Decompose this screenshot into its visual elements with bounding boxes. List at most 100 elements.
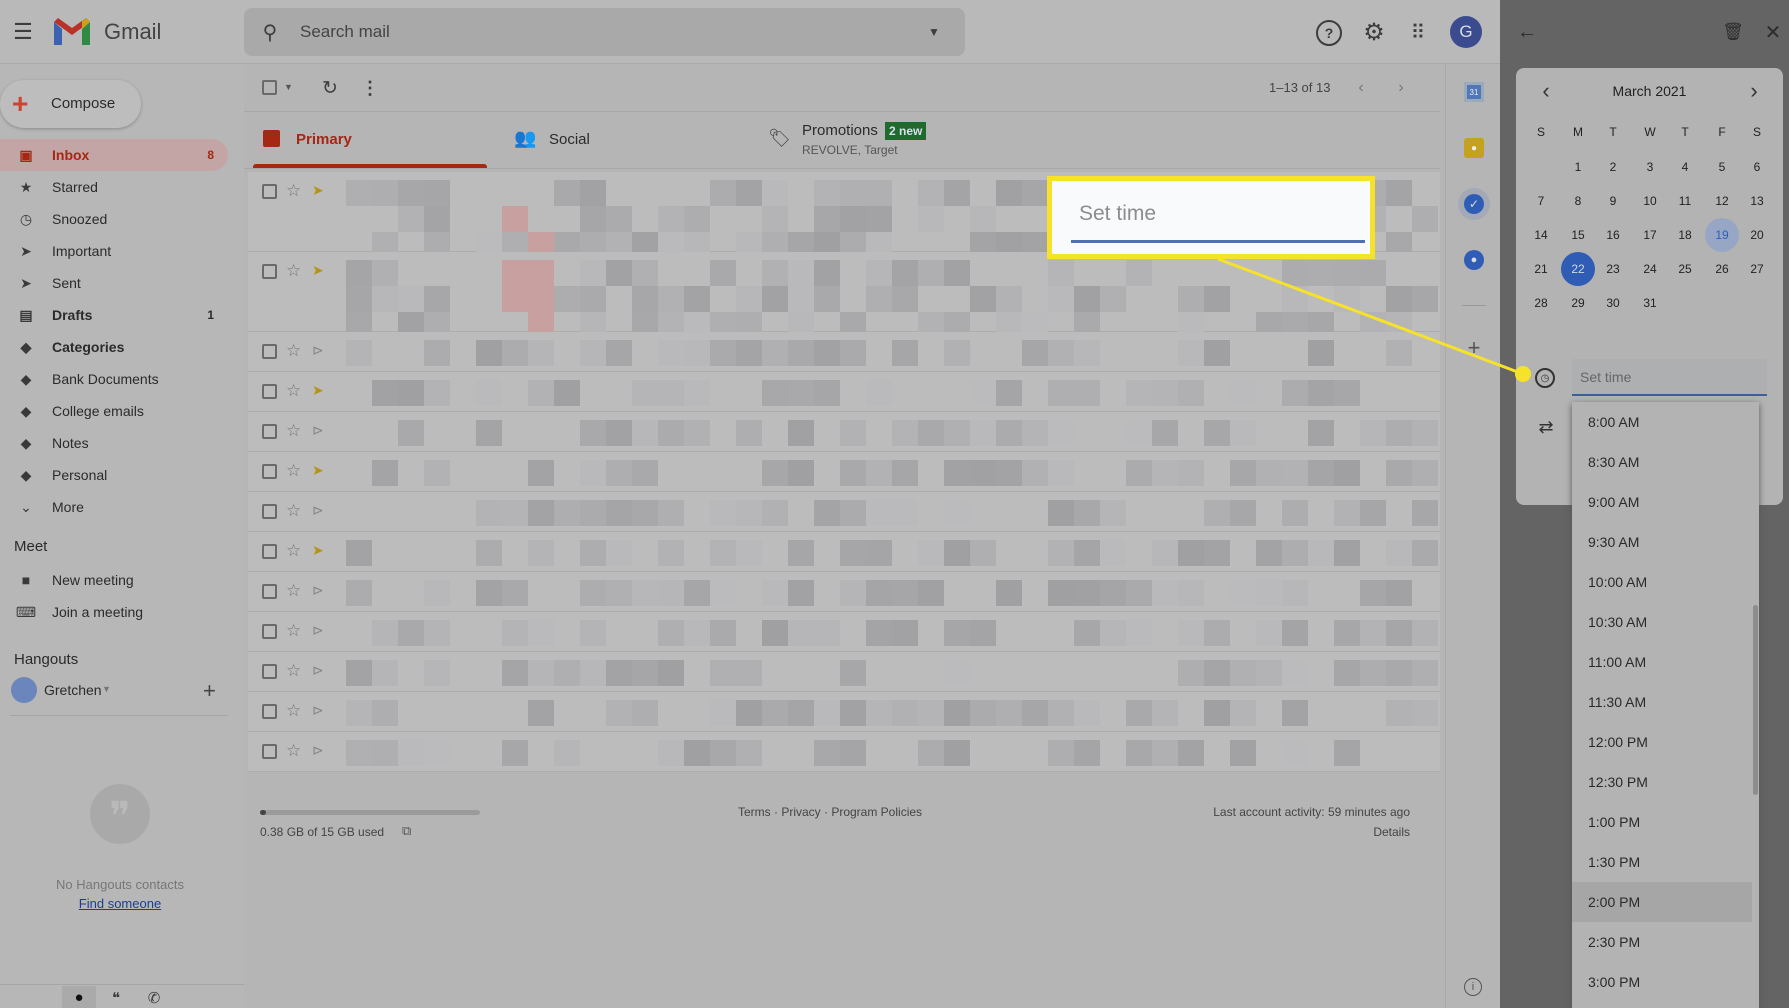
day-28[interactable]: 28 [1524, 286, 1558, 320]
time-option[interactable]: 9:30 AM [1572, 522, 1752, 562]
time-option[interactable]: 11:00 AM [1572, 642, 1752, 682]
sidebar-item-personal[interactable]: ◆ Personal [0, 459, 228, 491]
sidebar-item-categories[interactable]: ◆ Categories [0, 331, 228, 363]
email-row[interactable]: ☆ ⊳ [248, 612, 1440, 652]
apps-icon[interactable]: ⠿ [1404, 19, 1430, 45]
star-icon[interactable]: ☆ [286, 421, 301, 441]
row-checkbox[interactable] [262, 384, 277, 399]
row-checkbox[interactable] [262, 744, 277, 759]
email-row[interactable]: ☆ ⊳ [248, 732, 1440, 772]
time-option[interactable]: 10:00 AM [1572, 562, 1752, 602]
next-page-icon[interactable]: › [1392, 76, 1410, 100]
day-24[interactable]: 24 [1633, 252, 1667, 286]
day-22[interactable]: 22 [1561, 252, 1595, 286]
select-dropdown-icon[interactable]: ▼ [284, 82, 293, 92]
keep-icon[interactable]: ● [1464, 138, 1484, 158]
day-6[interactable]: 6 [1740, 150, 1774, 184]
day-30[interactable]: 30 [1596, 286, 1630, 320]
day-23[interactable]: 23 [1596, 252, 1630, 286]
email-row[interactable]: ☆ ⊳ [248, 412, 1440, 452]
row-checkbox[interactable] [262, 704, 277, 719]
sidebar-item-college-emails[interactable]: ◆ College emails [0, 395, 228, 427]
row-checkbox[interactable] [262, 464, 277, 479]
day-3[interactable]: 3 [1633, 150, 1667, 184]
day-26[interactable]: 26 [1705, 252, 1739, 286]
day-27[interactable]: 27 [1740, 252, 1774, 286]
star-icon[interactable]: ☆ [286, 741, 301, 761]
select-all-checkbox[interactable] [262, 80, 277, 95]
day-19[interactable]: 19 [1705, 218, 1739, 252]
star-icon[interactable]: ☆ [286, 381, 301, 401]
day-31[interactable]: 31 [1633, 286, 1667, 320]
search-bar[interactable]: ⚲ Search mail ▼ [244, 8, 965, 56]
day-7[interactable]: 7 [1524, 184, 1558, 218]
search-icon[interactable]: ⚲ [258, 20, 282, 44]
important-marker-icon[interactable]: ⊳ [312, 702, 324, 719]
day-25[interactable]: 25 [1668, 252, 1702, 286]
row-checkbox[interactable] [262, 504, 277, 519]
important-marker-icon[interactable]: ➤ [312, 382, 324, 399]
sidebar-item-starred[interactable]: ★ Starred [0, 171, 228, 203]
contacts-tab-icon[interactable]: ● [62, 986, 96, 1008]
email-row[interactable]: ☆ ⊳ [248, 652, 1440, 692]
star-icon[interactable]: ☆ [286, 621, 301, 641]
time-option[interactable]: 10:30 AM [1572, 602, 1752, 642]
important-marker-icon[interactable]: ➤ [312, 542, 324, 559]
tab-social[interactable]: 👥 Social [510, 112, 744, 168]
email-row[interactable]: ☆ ➤ [248, 452, 1440, 492]
compose-button[interactable]: + Compose [0, 80, 141, 128]
day-17[interactable]: 17 [1633, 218, 1667, 252]
add-addon-icon[interactable]: + [1462, 335, 1486, 360]
email-row[interactable]: ☆ ⊳ [248, 332, 1440, 372]
day-1[interactable]: 1 [1561, 150, 1595, 184]
day-14[interactable]: 14 [1524, 218, 1558, 252]
time-option[interactable]: 1:00 PM [1572, 802, 1752, 842]
footer-links[interactable]: Terms · Privacy · Program Policies [738, 805, 922, 819]
next-month-icon[interactable]: › [1742, 78, 1766, 104]
trash-icon[interactable]: 🗑 [1722, 20, 1744, 44]
tab-promotions[interactable]: 🏷 Promotions 2 new REVOLVE, Target [766, 112, 1046, 168]
time-option[interactable]: 12:00 PM [1572, 722, 1752, 762]
sidebar-item-notes[interactable]: ◆ Notes [0, 427, 228, 459]
sidebar-item-sent[interactable]: ➤ Sent [0, 267, 228, 299]
row-checkbox[interactable] [262, 664, 277, 679]
hangouts-user[interactable]: Gretchen [44, 682, 102, 698]
user-dropdown-icon[interactable]: ▼ [102, 684, 111, 694]
sidebar-item-drafts[interactable]: ▤ Drafts 1 [0, 299, 228, 331]
email-row[interactable]: ☆ ➤ [248, 532, 1440, 572]
email-row[interactable]: ☆ ⊳ [248, 492, 1440, 532]
gear-icon[interactable]: ⚙ [1361, 19, 1387, 46]
sidebar-item-snoozed[interactable]: ◷ Snoozed [0, 203, 228, 235]
day-10[interactable]: 10 [1633, 184, 1667, 218]
day-11[interactable]: 11 [1668, 184, 1702, 218]
time-option[interactable]: 8:30 AM [1572, 442, 1752, 482]
row-checkbox[interactable] [262, 624, 277, 639]
row-checkbox[interactable] [262, 344, 277, 359]
row-checkbox[interactable] [262, 184, 277, 199]
sidebar-item-more[interactable]: ⌄ More [0, 491, 228, 523]
time-option[interactable]: 1:30 PM [1572, 842, 1752, 882]
close-icon[interactable]: ✕ [1762, 20, 1784, 44]
sidebar-item-bank-documents[interactable]: ◆ Bank Documents [0, 363, 228, 395]
day-29[interactable]: 29 [1561, 286, 1595, 320]
contacts-icon[interactable]: ● [1464, 250, 1484, 270]
time-option[interactable]: 11:30 AM [1572, 682, 1752, 722]
important-marker-icon[interactable]: ⊳ [312, 662, 324, 679]
open-external-icon[interactable]: ⧉ [402, 823, 411, 839]
star-icon[interactable]: ☆ [286, 661, 301, 681]
sidebar-item-important[interactable]: ➤ Important [0, 235, 228, 267]
time-option[interactable]: 2:30 PM [1572, 922, 1752, 962]
day-13[interactable]: 13 [1740, 184, 1774, 218]
join-meeting[interactable]: ⌨ Join a meeting [0, 596, 228, 628]
star-icon[interactable]: ☆ [286, 181, 301, 201]
email-row[interactable]: ☆ ➤ [248, 372, 1440, 412]
row-checkbox[interactable] [262, 544, 277, 559]
find-someone-link[interactable]: Find someone [79, 896, 161, 911]
day-2[interactable]: 2 [1596, 150, 1630, 184]
day-21[interactable]: 21 [1524, 252, 1558, 286]
time-option[interactable]: 2:00 PM [1572, 882, 1752, 922]
new-meeting[interactable]: ■ New meeting [0, 564, 228, 596]
email-row[interactable]: ☆ ➤ [248, 252, 1440, 338]
important-marker-icon[interactable]: ⊳ [312, 342, 324, 359]
time-option[interactable]: 9:00 AM [1572, 482, 1752, 522]
